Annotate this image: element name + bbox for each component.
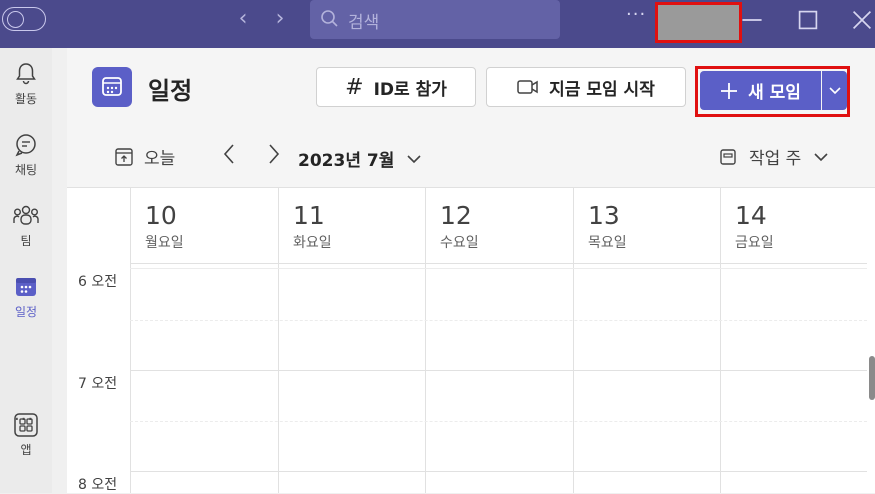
chevron-down-icon [407, 154, 421, 163]
calendar-today-icon [115, 147, 133, 166]
scrollbar-thumb[interactable] [869, 356, 875, 400]
view-switcher[interactable]: 작업 주 [719, 144, 829, 169]
day-header: 12 수요일 [440, 201, 479, 252]
day-name: 화요일 [293, 235, 332, 251]
day-number: 10 [145, 201, 177, 230]
hour-line [130, 471, 867, 472]
bell-icon [16, 63, 36, 85]
day-number: 13 [588, 201, 620, 230]
minimize-icon[interactable] [740, 8, 764, 32]
new-meeting-label: 새 모임 [748, 83, 801, 103]
day-header: 11 화요일 [293, 201, 332, 252]
month-picker[interactable]: 2023년 7월 [298, 146, 422, 171]
day-name: 수요일 [440, 235, 479, 251]
rail-item-calendar[interactable]: 일정 [0, 274, 52, 320]
calendar-toolbar: 오늘 2023년 7월 작업 주 [67, 126, 875, 187]
search-placeholder: 검색 [348, 13, 380, 33]
previous-week-icon[interactable] [222, 143, 236, 171]
hour-line [130, 370, 867, 371]
meet-now-button[interactable]: 지금 모임 시작 [486, 67, 686, 107]
rail-label: 활동 [14, 92, 38, 106]
chevron-down-icon [814, 152, 828, 161]
day-number: 14 [735, 201, 767, 230]
rail-label: 채팅 [14, 163, 38, 177]
view-icon [720, 148, 736, 165]
time-label: 8 오전 [78, 477, 118, 493]
apps-icon [14, 413, 38, 437]
time-label: 7 오전 [78, 376, 118, 392]
day-number: 11 [293, 201, 325, 230]
plus-icon [721, 82, 738, 99]
row-divider [130, 268, 867, 269]
week-grid: 10 월요일 11 화요일 12 수요일 13 목요일 14 금요일 6 오전 … [67, 187, 875, 493]
rail-label: 앱 [20, 443, 32, 457]
rail-label: 일정 [14, 305, 38, 319]
day-column[interactable]: 10 월요일 [130, 187, 278, 493]
half-hour-line [130, 421, 867, 422]
day-column[interactable]: 14 금요일 [720, 187, 868, 493]
search-icon [321, 10, 338, 27]
calendar-icon [16, 278, 36, 296]
meet-now-label: 지금 모임 시작 [549, 79, 655, 100]
toggle-switch[interactable] [2, 7, 46, 31]
app-rail: 활동 채팅 팀 일정 ··· 앱 [0, 48, 52, 493]
day-column[interactable]: 13 목요일 [573, 187, 720, 493]
video-camera-icon [517, 80, 538, 94]
half-hour-line [130, 320, 867, 321]
new-meeting-button[interactable]: 새 모임 [700, 71, 821, 110]
day-number: 12 [440, 201, 472, 230]
chevron-down-icon [828, 86, 841, 94]
next-week-icon[interactable] [267, 143, 281, 171]
day-header: 14 금요일 [735, 201, 774, 252]
rail-item-chat[interactable]: 채팅 [0, 132, 52, 178]
day-name: 월요일 [145, 235, 184, 251]
day-header: 13 목요일 [588, 201, 627, 252]
join-by-id-button[interactable]: # ID로 참가 [316, 67, 476, 107]
day-name: 목요일 [588, 235, 627, 251]
redacted-profile [655, 2, 742, 43]
calendar-main: 일정 # ID로 참가 지금 모임 시작 새 모임 오늘 2023년 7월 작업… [67, 48, 875, 493]
day-column[interactable]: 12 수요일 [425, 187, 573, 493]
day-name: 금요일 [735, 235, 774, 251]
new-meeting-highlight: 새 모임 [695, 66, 850, 117]
today-label: 오늘 [144, 149, 176, 169]
all-day-divider [130, 263, 867, 264]
rail-item-teams[interactable]: 팀 [0, 203, 52, 249]
time-label: 6 오전 [78, 274, 118, 290]
rail-label: 팀 [20, 234, 32, 248]
day-header: 10 월요일 [145, 201, 184, 252]
search-input[interactable]: 검색 [310, 0, 560, 39]
calendar-app-icon [92, 67, 132, 107]
close-icon[interactable] [850, 8, 874, 32]
month-label: 2023년 7월 [298, 151, 395, 171]
forward-arrow-icon[interactable]: › [270, 8, 290, 30]
maximize-icon[interactable] [796, 8, 820, 32]
calendar-header: 일정 # ID로 참가 지금 모임 시작 새 모임 [67, 48, 875, 126]
title-bar: ‹ › 검색 ··· [0, 0, 875, 48]
more-options-icon[interactable]: ··· [626, 4, 650, 28]
day-column[interactable]: 11 화요일 [278, 187, 425, 493]
back-arrow-icon[interactable]: ‹ [233, 8, 253, 30]
page-title: 일정 [148, 77, 193, 105]
rail-item-activity[interactable]: 활동 [0, 61, 52, 107]
view-label: 작업 주 [749, 149, 802, 169]
hash-icon: # [345, 74, 364, 100]
chat-icon [15, 134, 36, 157]
rail-item-apps[interactable]: 앱 [0, 412, 52, 458]
new-meeting-dropdown[interactable] [822, 71, 847, 110]
join-by-id-label: ID로 참가 [373, 79, 447, 100]
teams-icon [13, 205, 39, 225]
today-button[interactable]: 오늘 [114, 144, 175, 169]
